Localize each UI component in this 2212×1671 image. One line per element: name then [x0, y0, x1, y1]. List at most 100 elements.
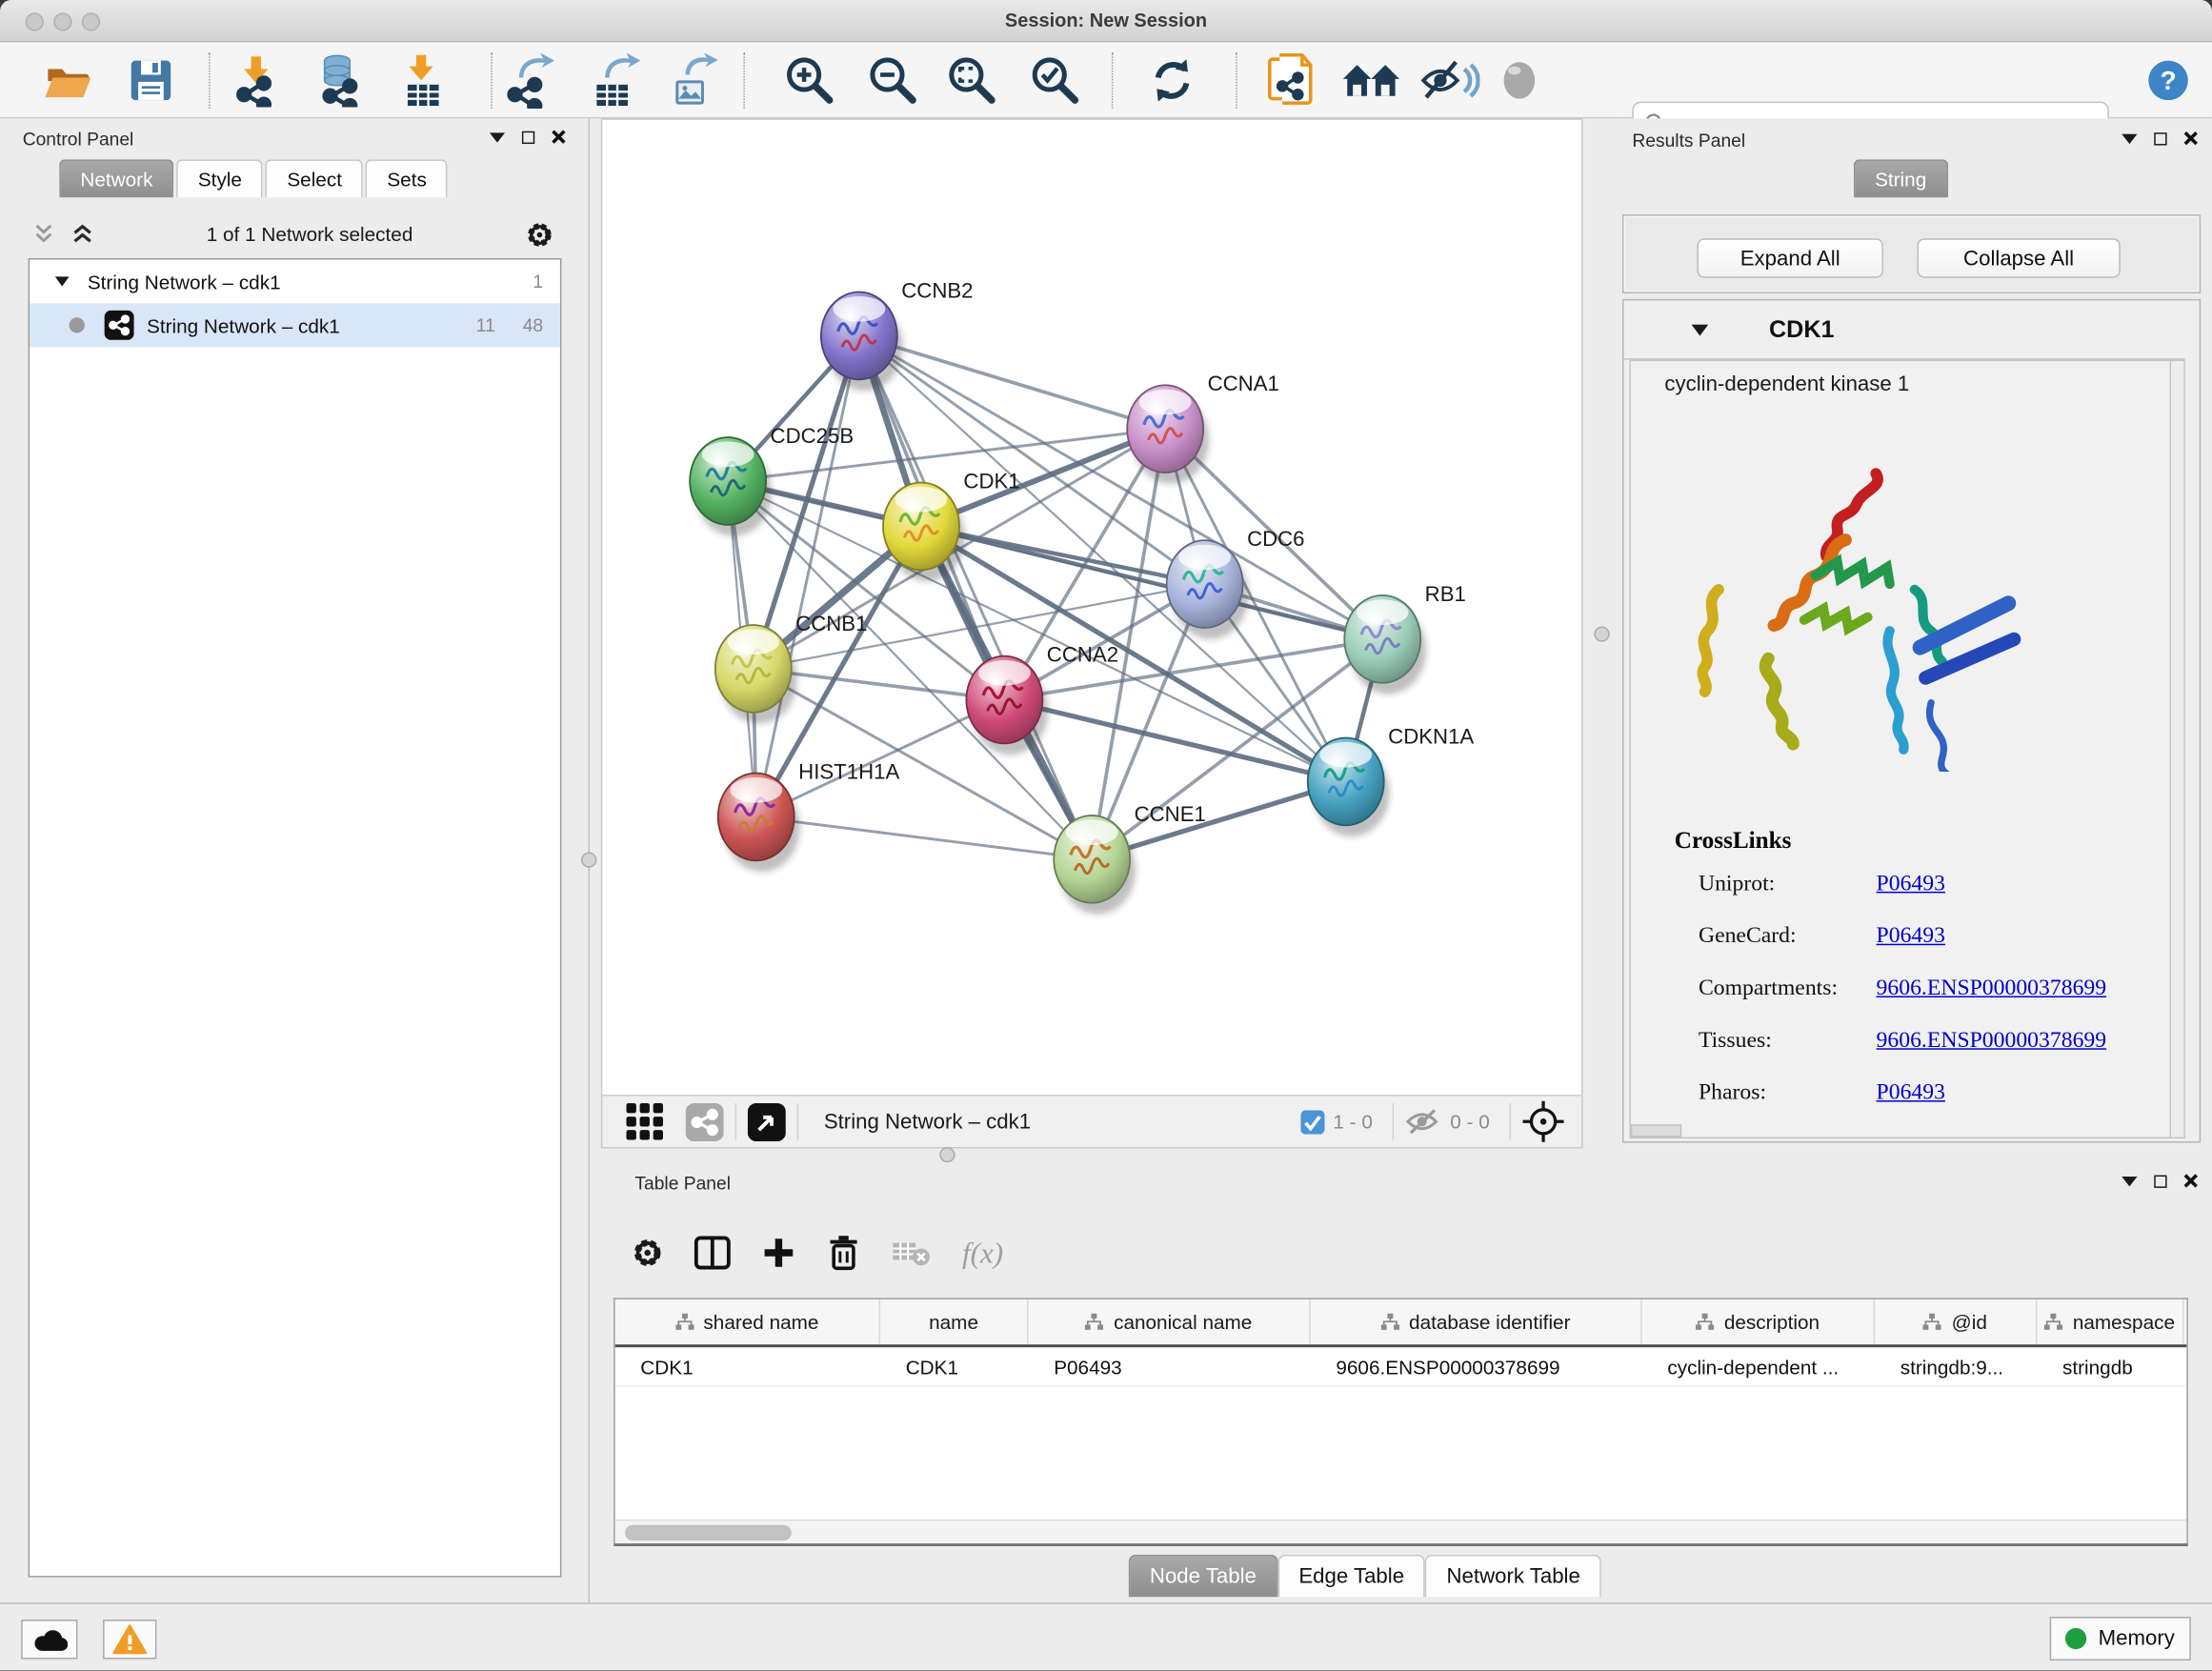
tab-sets[interactable]: Sets: [366, 159, 448, 197]
memory-button[interactable]: Memory: [2050, 1617, 2191, 1661]
crosslink-link[interactable]: P06493: [1877, 1080, 1945, 1106]
network-collection-row[interactable]: String Network – cdk1 1: [30, 259, 560, 303]
left-splitter-handle[interactable]: [581, 852, 596, 867]
network-graph[interactable]: CCNB2CCNA1CDC25BCDK1CDC6RB1CCNB1CCNA2CDK…: [602, 120, 1581, 1095]
tab-network-table[interactable]: Network Table: [1425, 1555, 1601, 1597]
delete-column-icon[interactable]: [827, 1235, 861, 1272]
hide-panel-eye-icon[interactable]: [1419, 52, 1481, 109]
node-CCNB1[interactable]: CCNB1: [715, 612, 868, 724]
table-cell[interactable]: stringdb: [2037, 1347, 2183, 1385]
selected-checkbox-icon[interactable]: [1300, 1110, 1324, 1134]
entry-expander-icon[interactable]: [1692, 325, 1709, 336]
expand-all-button[interactable]: Expand All: [1697, 238, 1882, 277]
tab-edge-table[interactable]: Edge Table: [1277, 1555, 1425, 1597]
table-cell[interactable]: stringdb:9...: [1875, 1347, 2037, 1385]
panel-float-icon[interactable]: [2154, 1175, 2166, 1187]
zoom-selected-icon[interactable]: [1024, 52, 1086, 109]
open-session-icon[interactable]: [37, 52, 99, 109]
right-splitter-handle[interactable]: [1594, 627, 1609, 642]
tab-node-table[interactable]: Node Table: [1129, 1555, 1277, 1597]
panel-menu-icon[interactable]: [490, 131, 505, 141]
crosslink-link[interactable]: P06493: [1877, 924, 1945, 950]
network-canvas[interactable]: CCNB2CCNA1CDC25BCDK1CDC6RB1CCNB1CCNA2CDK…: [601, 118, 1583, 1096]
import-network-database-icon[interactable]: [309, 52, 371, 109]
network-row[interactable]: String Network – cdk1 11 48: [30, 303, 560, 347]
edge-CDK1-RB1[interactable]: [921, 526, 1382, 638]
table-hscrollbar-thumb[interactable]: [625, 1524, 792, 1540]
column-header-canonicalname[interactable]: canonical name: [1029, 1299, 1311, 1344]
table-cell[interactable]: CDK1: [880, 1347, 1028, 1385]
zoom-in-icon[interactable]: [778, 52, 840, 109]
hidden-eye-icon[interactable]: [1405, 1107, 1442, 1136]
node-CDKN1A[interactable]: CDKN1A: [1308, 724, 1475, 836]
detach-view-icon[interactable]: [748, 1102, 786, 1140]
protein-entry-header[interactable]: CDK1: [1623, 300, 2184, 359]
table-cell[interactable]: P06493: [1029, 1347, 1311, 1385]
birds-eye-view-icon[interactable]: [1522, 1100, 1564, 1142]
horizontal-splitter-handle[interactable]: [939, 1147, 955, 1162]
export-table-icon[interactable]: [586, 52, 648, 109]
table-cell[interactable]: cyclin-dependent ...: [1642, 1347, 1875, 1385]
import-table-file-icon[interactable]: [392, 52, 454, 109]
panel-menu-icon[interactable]: [2122, 133, 2137, 143]
panel-float-icon[interactable]: [2154, 131, 2166, 144]
node-RB1[interactable]: RB1: [1344, 582, 1466, 695]
share-document-icon[interactable]: [1261, 52, 1323, 109]
panel-close-icon[interactable]: [552, 130, 566, 144]
tree-expander-icon[interactable]: [55, 276, 70, 286]
tab-select[interactable]: Select: [266, 159, 363, 197]
eye-disabled-icon[interactable]: [1488, 52, 1550, 109]
zoom-fit-icon[interactable]: [941, 52, 1003, 109]
crosslink-link[interactable]: 9606.ENSP00000378699: [1877, 1029, 2107, 1055]
results-vscrollbar[interactable]: [2170, 361, 2184, 1137]
table-hscrollbar[interactable]: [615, 1520, 2187, 1543]
tab-style[interactable]: Style: [177, 159, 264, 197]
panel-close-icon[interactable]: [2183, 1174, 2198, 1188]
expand-all-chevron-icon[interactable]: [72, 224, 93, 244]
network-share-view-icon[interactable]: [686, 1102, 724, 1140]
collapse-all-chevron-icon[interactable]: [34, 224, 55, 244]
edge-CCNA2-HIST1H1A[interactable]: [756, 700, 1005, 817]
export-network-icon[interactable]: [502, 52, 564, 109]
homes-icon[interactable]: [1340, 52, 1402, 109]
column-header-description[interactable]: description: [1642, 1299, 1875, 1344]
zoom-out-icon[interactable]: [862, 52, 924, 109]
import-network-file-icon[interactable]: [227, 52, 289, 109]
panel-float-icon[interactable]: [522, 131, 534, 143]
table-cell[interactable]: 9606.ENSP00000378699: [1311, 1347, 1642, 1385]
save-session-icon[interactable]: [120, 52, 182, 109]
edge-CDKN1A-CCNE1[interactable]: [1092, 781, 1346, 858]
edge-CCNB2-CCNA1[interactable]: [859, 335, 1165, 429]
edge-HIST1H1A-CCNE1[interactable]: [756, 816, 1092, 858]
collapse-all-button[interactable]: Collapse All: [1917, 238, 2120, 277]
network-options-gear-icon[interactable]: [526, 221, 553, 248]
column-header-databaseidentifier[interactable]: database identifier: [1311, 1299, 1642, 1344]
table-row[interactable]: CDK1CDK1P064939606.ENSP00000378699cyclin…: [615, 1347, 2187, 1386]
column-header-namespace[interactable]: namespace: [2037, 1299, 2183, 1344]
add-column-icon[interactable]: [762, 1236, 796, 1270]
column-header-name[interactable]: name: [880, 1299, 1028, 1344]
table-cell[interactable]: CDK1: [615, 1347, 880, 1385]
node-CCNA2[interactable]: CCNA2: [966, 643, 1118, 755]
warning-button[interactable]: [103, 1620, 156, 1659]
table-options-gear-icon[interactable]: [632, 1238, 663, 1269]
help-icon[interactable]: ?: [2138, 52, 2200, 109]
node-HIST1H1A[interactable]: HIST1H1A: [718, 759, 900, 872]
tab-network[interactable]: Network: [59, 159, 173, 197]
show-columns-icon[interactable]: [694, 1236, 732, 1270]
column-header-id[interactable]: @id: [1875, 1299, 2037, 1344]
refresh-icon[interactable]: [1141, 52, 1203, 109]
node-CCNB2[interactable]: CCNB2: [821, 278, 974, 391]
results-hscrollbar[interactable]: [1631, 1124, 1681, 1137]
column-header-sharedname[interactable]: shared name: [615, 1299, 880, 1344]
grid-view-icon[interactable]: [625, 1102, 664, 1141]
node-CCNE1[interactable]: CCNE1: [1054, 802, 1206, 915]
crosslink-link[interactable]: P06493: [1877, 872, 1945, 897]
crosslink-link[interactable]: 9606.ENSP00000378699: [1877, 976, 2107, 1002]
cloud-button[interactable]: [21, 1620, 77, 1659]
tab-string[interactable]: String: [1854, 159, 1948, 197]
export-image-icon[interactable]: [663, 52, 725, 109]
panel-menu-icon[interactable]: [2122, 1176, 2137, 1185]
edge-CCNB2-HIST1H1A[interactable]: [756, 335, 859, 816]
panel-close-icon[interactable]: [2183, 131, 2198, 146]
